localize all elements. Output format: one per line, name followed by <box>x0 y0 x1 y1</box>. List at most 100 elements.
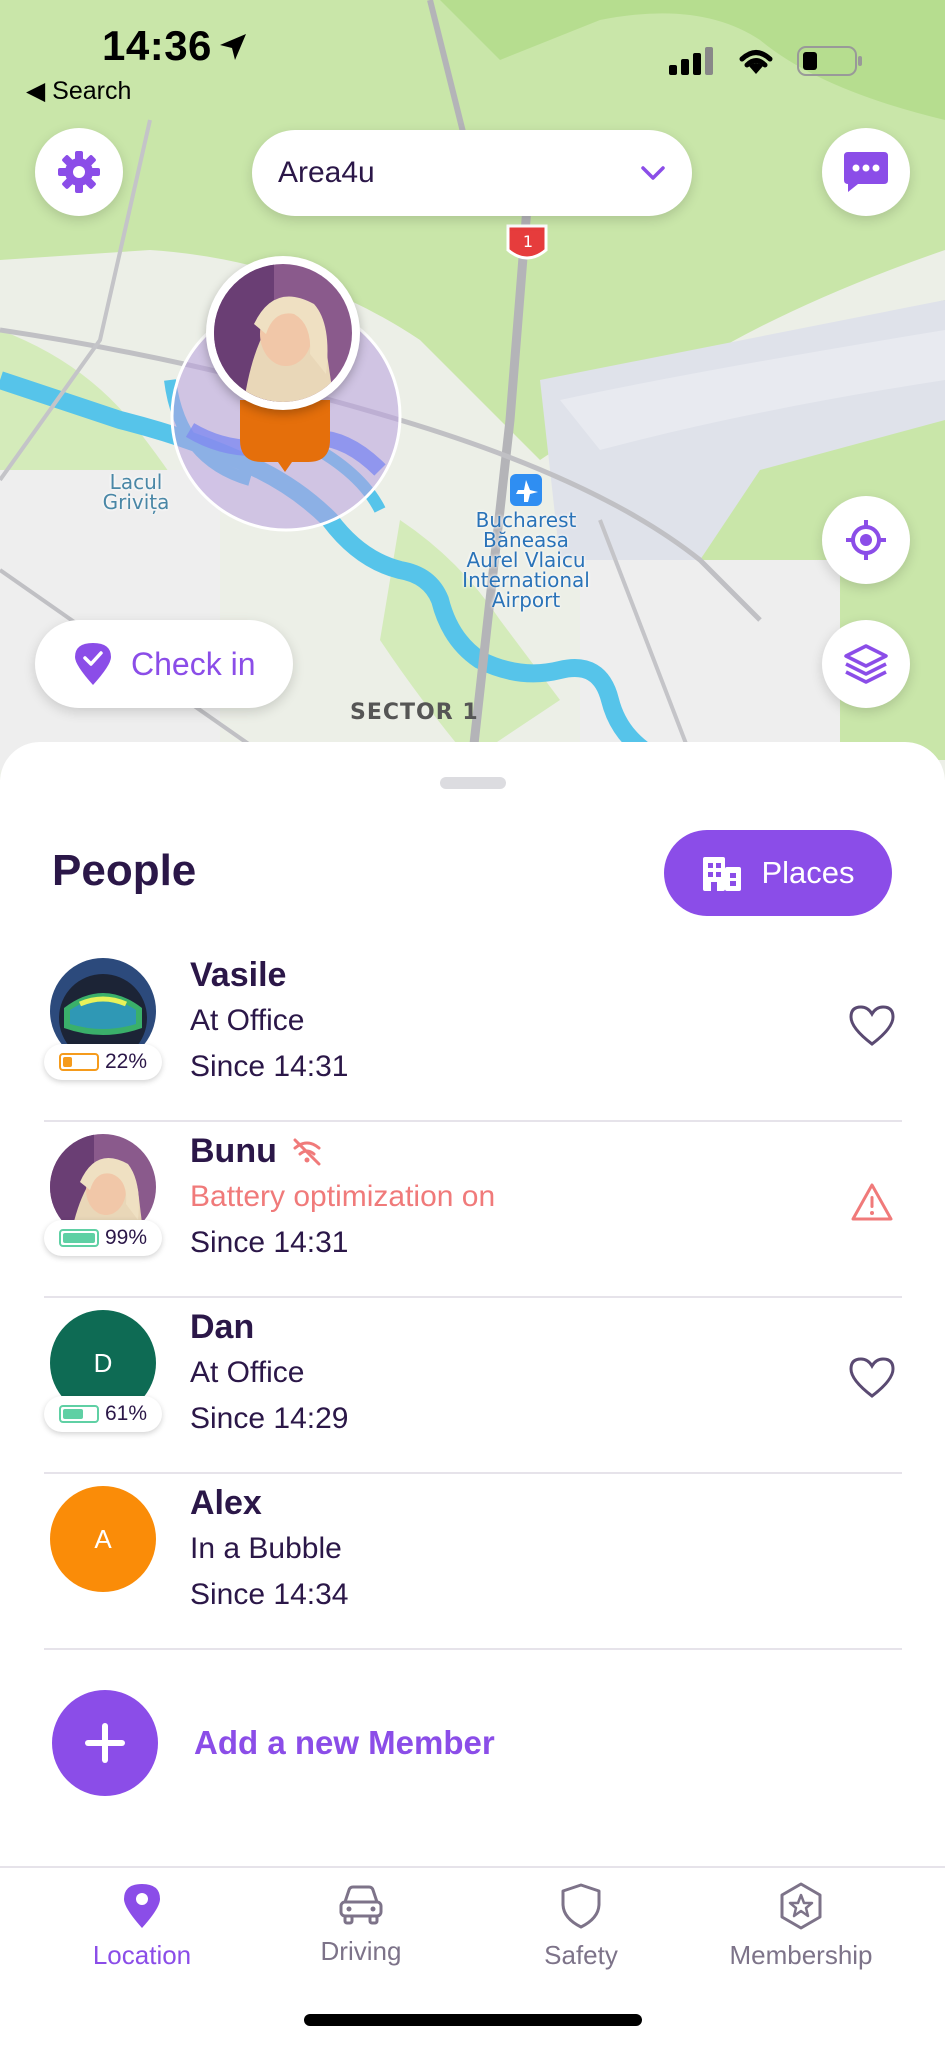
battery-fill <box>62 1057 72 1067</box>
map-layers-button[interactable] <box>822 620 910 708</box>
member-since: Since 14:31 <box>190 1226 349 1259</box>
battery-percent: 22% <box>104 1050 148 1073</box>
member-name: Dan <box>190 1308 255 1346</box>
places-button[interactable]: Places <box>664 830 892 916</box>
airport-label: Bucharest Băneasa Aurel Vlaicu Internati… <box>448 510 604 610</box>
location-check-icon <box>75 643 111 685</box>
tab-safety[interactable]: Safety <box>471 1882 691 1971</box>
battery-fill <box>62 1233 95 1243</box>
tab-location[interactable]: Location <box>32 1882 252 1971</box>
avatar-initial: A <box>94 1523 112 1554</box>
battery-status-icon <box>797 46 862 76</box>
heart-icon <box>849 1357 895 1398</box>
circle-name: Area4u <box>278 156 375 189</box>
cellular-signal-icon <box>669 47 713 75</box>
layers-icon <box>844 644 888 684</box>
member-row-bunu[interactable]: 99% Bunu Battery optimization on Since 1… <box>44 1122 902 1298</box>
tab-membership[interactable]: Membership <box>691 1882 911 1971</box>
recenter-button[interactable] <box>822 496 910 584</box>
map-member-pin[interactable] <box>206 256 360 410</box>
battery-percent: 99% <box>104 1226 148 1249</box>
battery-badge: 22% <box>44 1044 162 1080</box>
avatar-initial: D <box>93 1347 113 1378</box>
status-time: 14:36 <box>102 22 212 69</box>
member-avatar-wrap: D 61% <box>44 1310 162 1432</box>
tab-label: Location <box>92 1940 192 1970</box>
warning-icon <box>851 1183 893 1221</box>
member-status: At Office <box>190 1004 305 1037</box>
member-avatar-wrap: A <box>50 1486 156 1592</box>
circle-selector[interactable]: Area4u <box>252 130 692 216</box>
battery-percent: 61% <box>104 1402 148 1425</box>
map-view[interactable]: 1 Lacul Grivița Bucharest Băneasa Aurel … <box>0 0 945 780</box>
member-name-row: Vasile <box>190 956 286 995</box>
add-member-button[interactable]: Add a new Member <box>52 1690 495 1796</box>
member-since: Since 14:31 <box>190 1050 349 1083</box>
member-status: In a Bubble <box>190 1532 342 1565</box>
member-name: Vasile <box>190 956 287 994</box>
member-name-row: Dan <box>190 1308 254 1347</box>
tab-label: Safety <box>544 1940 618 1970</box>
member-name: Alex <box>190 1484 262 1522</box>
chat-bubble-icon <box>844 152 888 192</box>
member-row-vasile[interactable]: 22% Vasile At Office Since 14:31 <box>44 946 902 1122</box>
status-bar: 14:36 ◀ Search <box>0 0 945 110</box>
sector-label: SECTOR 1 <box>350 700 479 725</box>
settings-button[interactable] <box>35 128 123 216</box>
lake-label-text: Lacul Grivița <box>102 470 170 514</box>
battery-badge: 61% <box>44 1396 162 1432</box>
battery-icon <box>58 1229 99 1247</box>
battery-badge: 99% <box>44 1220 162 1256</box>
battery-fill <box>62 1409 83 1419</box>
add-member-circle <box>52 1690 158 1796</box>
gear-icon <box>58 151 100 193</box>
airport-label-text: Bucharest Băneasa Aurel Vlaicu Internati… <box>462 508 590 612</box>
map-member-avatar <box>214 264 352 402</box>
check-in-label: Check in <box>131 645 256 682</box>
sheet-grabber[interactable] <box>440 777 506 789</box>
shield-icon <box>561 1883 601 1929</box>
people-title: People <box>52 846 197 895</box>
lake-label: Lacul Grivița <box>96 472 176 512</box>
member-name-row: Alex <box>190 1484 262 1523</box>
location-pin-icon <box>124 1884 160 1928</box>
tab-label: Driving <box>320 1936 402 1966</box>
chat-button[interactable] <box>822 128 910 216</box>
member-name: Bunu <box>190 1132 277 1170</box>
chevron-down-icon <box>641 166 665 180</box>
wifi-icon <box>739 50 773 74</box>
member-status: At Office <box>190 1356 305 1389</box>
wifi-off-icon <box>293 1138 321 1165</box>
favorite-button[interactable] <box>842 996 902 1056</box>
home-indicator <box>304 2014 642 2026</box>
car-icon <box>339 1885 383 1925</box>
battery-icon <box>58 1405 99 1423</box>
battery-icon <box>58 1053 99 1071</box>
crosshair-icon <box>846 520 886 560</box>
add-member-label: Add a new Member <box>194 1724 495 1761</box>
plus-icon <box>85 1723 125 1763</box>
member-status: Battery optimization on <box>190 1180 496 1213</box>
avatar: A <box>50 1486 156 1592</box>
back-to-search-link[interactable]: ◀ Search <box>26 76 131 106</box>
tab-label: Membership <box>729 1940 873 1970</box>
star-badge-icon <box>780 1882 822 1930</box>
road-shield-label: 1 <box>522 232 534 251</box>
member-row-dan[interactable]: D 61% Dan At Office Since 14:29 <box>44 1298 902 1474</box>
member-since: Since 14:34 <box>190 1578 349 1611</box>
tab-driving[interactable]: Driving <box>251 1882 471 1967</box>
favorite-button[interactable] <box>842 1348 902 1408</box>
status-icons <box>669 46 863 76</box>
battery-warning-button[interactable] <box>842 1172 902 1232</box>
member-since: Since 14:29 <box>190 1402 349 1435</box>
member-avatar-wrap: 22% <box>44 958 162 1080</box>
heart-icon <box>849 1005 895 1046</box>
people-sheet[interactable]: People Places 22% Vasile At Office Since… <box>0 742 945 1866</box>
member-name-row: Bunu <box>190 1132 323 1171</box>
member-avatar-wrap: 99% <box>44 1134 162 1256</box>
member-row-alex[interactable]: A Alex In a Bubble Since 14:34 <box>44 1474 902 1650</box>
places-label: Places <box>761 855 855 890</box>
check-in-button[interactable]: Check in <box>35 620 293 708</box>
location-arrow-icon <box>220 34 246 60</box>
buildings-icon <box>703 857 742 891</box>
